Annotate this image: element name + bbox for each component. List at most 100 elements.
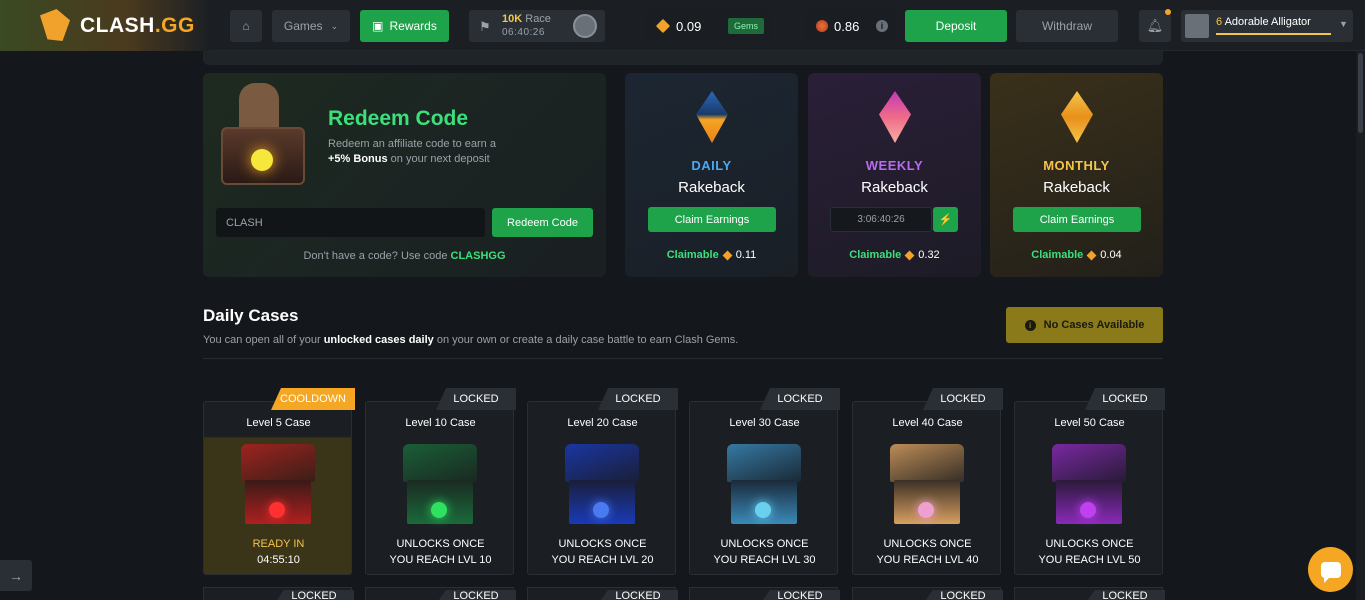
locked-tag: LOCKED <box>923 590 1003 600</box>
locked-tag: LOCKED <box>598 590 678 600</box>
logo-icon <box>40 9 70 41</box>
rakeback-title: Rakeback <box>678 179 745 196</box>
avatar <box>1185 14 1209 38</box>
case-status: UNLOCKS ONCE <box>883 538 972 550</box>
case-status-detail: YOU REACH LVL 30 <box>713 554 816 566</box>
flag-icon: ⚑ <box>479 19 491 34</box>
withdraw-button[interactable]: Withdraw <box>1016 10 1118 42</box>
weekly-rakeback-card: WEEKLY Rakeback 3:06:40:26 ⚡ Claimable 0.… <box>808 73 981 277</box>
chat-support-button[interactable] <box>1308 547 1353 592</box>
gem-balance[interactable]: 0.09 Gems <box>646 10 770 42</box>
rakeback-kind: MONTHLY <box>1043 158 1110 173</box>
rakeback-kind: WEEKLY <box>865 158 924 173</box>
redeem-illustration <box>217 79 309 189</box>
race-title: 10K Race <box>502 13 551 25</box>
scrollbar[interactable] <box>1356 51 1365 600</box>
case-name: Level 30 Case <box>729 417 800 429</box>
logo-text: CLASH.GG <box>80 14 195 37</box>
locked-tag: LOCKED <box>760 590 840 600</box>
case-status-detail: YOU REACH LVL 10 <box>389 554 492 566</box>
locked-tag: LOCKED <box>760 388 840 410</box>
case-name: Level 40 Case <box>892 417 963 429</box>
home-button[interactable]: ⌂ <box>230 10 262 42</box>
locked-tag: LOCKED <box>1085 388 1165 410</box>
redeem-code-panel: Redeem Code Redeem an affiliate code to … <box>203 73 606 277</box>
coin-icon <box>816 20 828 32</box>
daily-case-card[interactable]: Level 20 Case UNLOCKS ONCE YOU REACH LVL 2… <box>527 401 676 575</box>
coin-balance[interactable]: 0.86 i <box>806 10 896 42</box>
daily-case-card[interactable]: Level 50 Case UNLOCKS ONCE YOU REACH LVL 5… <box>1014 401 1163 575</box>
locked-tag: LOCKED <box>598 388 678 410</box>
gems-badge: Gems <box>727 18 764 34</box>
affiliate-code-input[interactable] <box>216 208 485 237</box>
weekly-crystal-icon <box>879 91 911 143</box>
gem-icon <box>722 250 733 260</box>
daily-rakeback-card: DAILY Rakeback Claim Earnings Claimable 0… <box>625 73 798 277</box>
claimable-amount: Claimable 0.11 <box>666 249 757 261</box>
case-chest-image <box>890 444 964 526</box>
boost-button[interactable]: ⚡ <box>933 207 958 232</box>
gem-icon <box>655 18 671 34</box>
expand-sidebar-button[interactable]: → <box>0 560 32 591</box>
bell-icon: 🔔︎ <box>1146 18 1164 33</box>
locked-tag: LOCKED <box>274 590 354 600</box>
case-status-detail: YOU REACH LVL 20 <box>551 554 654 566</box>
case-name: Level 10 Case <box>405 417 476 429</box>
daily-cases-description: You can open all of your unlocked cases … <box>203 334 739 346</box>
gem-icon <box>904 250 915 260</box>
race-widget[interactable]: ⚑ 10K Race 06:40:26 <box>469 10 605 42</box>
monthly-rakeback-card: MONTHLY Rakeback Claim Earnings Claimabl… <box>990 73 1163 277</box>
case-chest-image <box>403 444 477 526</box>
cooldown-tag: COOLDOWN <box>271 388 355 410</box>
case-status: UNLOCKS ONCE <box>558 538 647 550</box>
case-status: UNLOCKS ONCE <box>720 538 809 550</box>
gem-icon <box>1086 250 1097 260</box>
case-chest-image <box>727 444 801 526</box>
gift-icon: ▣ <box>372 19 384 33</box>
daily-case-card[interactable]: Level 40 Case UNLOCKS ONCE YOU REACH LVL 4… <box>852 401 1001 575</box>
rakeback-title: Rakeback <box>861 179 928 196</box>
case-status: UNLOCKS ONCE <box>396 538 485 550</box>
logo[interactable]: CLASH.GG <box>0 0 210 51</box>
case-chest-image <box>241 444 315 526</box>
claimable-amount: Claimable 0.32 <box>849 249 940 261</box>
redeem-code-button[interactable]: Redeem Code <box>492 208 593 237</box>
daily-case-card[interactable]: Level 10 Case UNLOCKS ONCE YOU REACH LVL 1… <box>365 401 514 575</box>
locked-tag: LOCKED <box>436 590 516 600</box>
notification-dot <box>1165 9 1171 15</box>
rewards-button[interactable]: ▣ Rewards <box>360 10 449 42</box>
arrow-right-icon: → <box>9 567 23 584</box>
case-status: UNLOCKS ONCE <box>1045 538 1134 550</box>
case-chest-image <box>1052 444 1126 526</box>
deposit-button[interactable]: Deposit <box>905 10 1007 42</box>
chat-icon <box>1320 561 1341 583</box>
rakeback-title: Rakeback <box>1043 179 1110 196</box>
username: 6 Adorable Alligator <box>1216 16 1311 28</box>
chevron-down-icon: ⌄ <box>330 20 339 31</box>
lightning-icon: ⚡ <box>938 214 953 226</box>
locked-tag: LOCKED <box>923 388 1003 410</box>
daily-crystal-icon <box>696 91 728 143</box>
section-top-edge <box>203 51 1163 65</box>
home-icon: ⌂ <box>242 19 250 33</box>
case-name: Level 50 Case <box>1054 417 1125 429</box>
user-menu[interactable]: 6 Adorable Alligator ▼ <box>1181 10 1353 42</box>
daily-case-card[interactable]: Level 30 Case UNLOCKS ONCE YOU REACH LVL 3… <box>689 401 838 575</box>
weekly-countdown: 3:06:40:26 <box>830 207 932 232</box>
scrollbar-thumb[interactable] <box>1358 53 1363 133</box>
claim-earnings-button[interactable]: Claim Earnings <box>648 207 776 232</box>
redeem-title: Redeem Code <box>328 107 469 130</box>
daily-case-card[interactable]: Level 5 Case READY IN 04:55:10 <box>203 401 352 575</box>
claim-earnings-button[interactable]: Claim Earnings <box>1013 207 1141 232</box>
case-status-detail: YOU REACH LVL 40 <box>876 554 979 566</box>
case-name: Level 5 Case <box>246 417 311 429</box>
info-icon[interactable]: i <box>876 20 888 32</box>
race-leader-avatar <box>573 14 597 38</box>
top-navbar: CLASH.GG ⌂ Games ⌄ ▣ Rewards ⚑ 10K Race 06… <box>0 0 1365 51</box>
redeem-description: Redeem an affiliate code to earn a +5% Bo… <box>328 138 496 165</box>
games-dropdown[interactable]: Games ⌄ <box>272 10 350 42</box>
divider <box>203 358 1163 359</box>
case-status: READY IN <box>252 538 305 550</box>
case-status-detail: YOU REACH LVL 50 <box>1038 554 1141 566</box>
rakeback-kind: DAILY <box>691 158 732 173</box>
